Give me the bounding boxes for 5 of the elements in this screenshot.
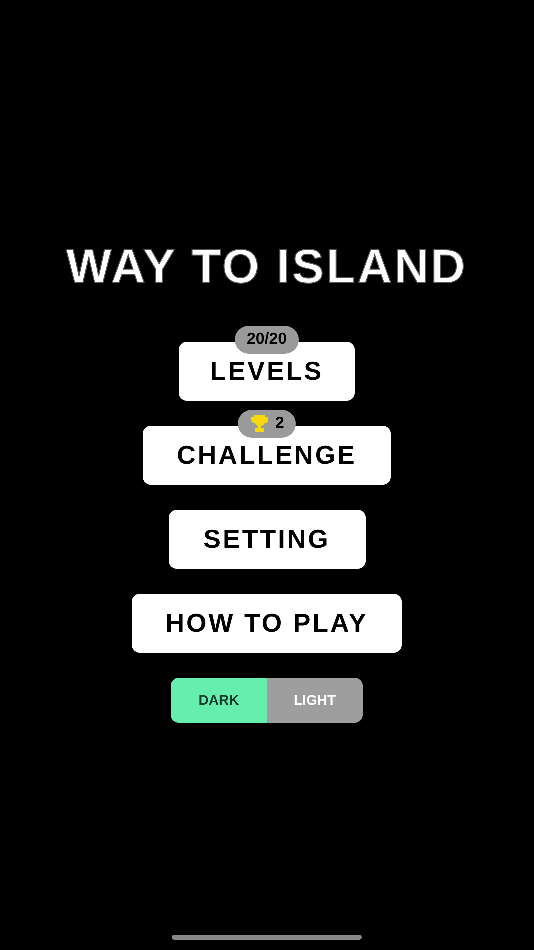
trophy-icon [250,415,270,433]
game-title: WAY TO ISLAND [66,244,468,292]
menu-button[interactable]: SETTING [168,510,366,569]
menu-button[interactable]: HOW TO PLAY [132,594,402,653]
theme-option[interactable]: DARK [171,678,267,723]
